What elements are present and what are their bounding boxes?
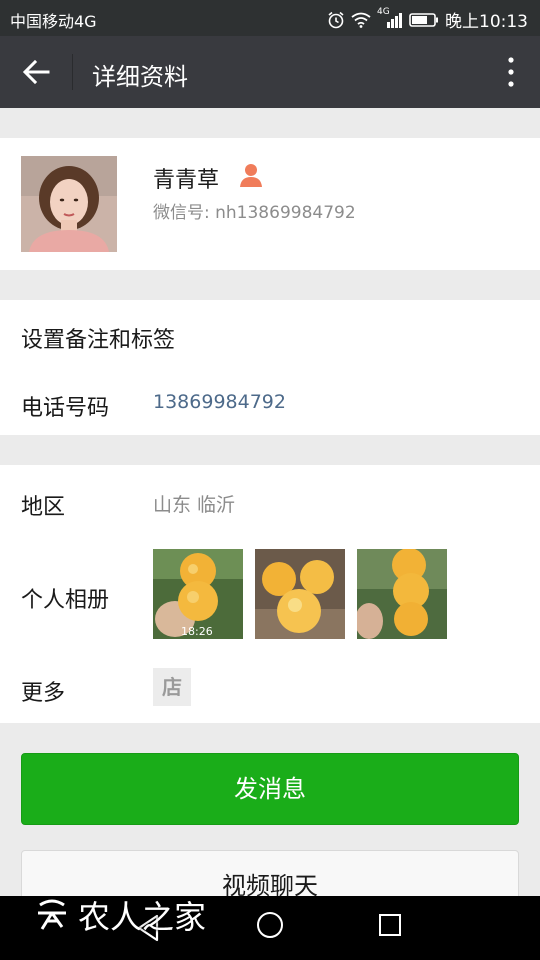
profile-card[interactable]: 青青草 微信号: nh13869984792 [0, 138, 540, 270]
album-time: 18:26 [181, 625, 213, 638]
nav-recent-apps-icon[interactable] [379, 914, 401, 936]
back-arrow-icon[interactable] [18, 54, 54, 90]
carrier-label: 中国移动4G [10, 12, 97, 31]
album-label[interactable]: 个人相册 [21, 582, 109, 614]
status-icons: 4G 晚上10:13 [327, 7, 528, 32]
watermark-text: 农人之家 [78, 898, 207, 936]
region-value: 山东 临沂 [153, 494, 236, 516]
title-bar: 详细资料 [0, 36, 540, 108]
wechat-id: 微信号: nh13869984792 [153, 203, 356, 223]
phone-label: 电话号码 [21, 396, 110, 421]
title-divider [72, 54, 73, 90]
nav-home-icon[interactable] [257, 912, 283, 938]
region-label: 地区 [21, 495, 66, 520]
shop-icon[interactable]: 店 [153, 668, 191, 706]
female-gender-icon [240, 164, 262, 187]
album-photo-1[interactable]: 18:26 [153, 549, 243, 639]
send-message-button[interactable]: 发消息 [21, 753, 519, 825]
contact-name: 青青草 [153, 168, 220, 193]
watermark-logo-icon [38, 899, 66, 930]
album-photo-3[interactable] [357, 549, 447, 639]
status-bar: 中国移动4G 4G 晚上10:13 [0, 0, 540, 36]
wifi-icon [351, 12, 371, 28]
info-card: 地区 山东 临沂 个人相册 18:26 更多 店 [0, 465, 540, 723]
page-title: 详细资料 [92, 63, 188, 91]
clock: 晚上10:13 [445, 12, 528, 32]
settings-card: 设置备注和标签 电话号码 13869984792 [0, 300, 540, 435]
remark-tag-row[interactable]: 设置备注和标签 [21, 322, 175, 354]
battery-icon [409, 12, 438, 27]
watermark: 农人之家 [32, 892, 206, 938]
album-photo-2[interactable] [255, 549, 345, 639]
more-menu-icon[interactable] [504, 54, 518, 90]
signal-icon: 4G [377, 7, 403, 29]
alarm-icon [328, 11, 344, 28]
more-label[interactable]: 更多 [21, 675, 65, 707]
phone-number-link[interactable]: 13869984792 [153, 391, 286, 413]
avatar[interactable] [21, 156, 117, 252]
